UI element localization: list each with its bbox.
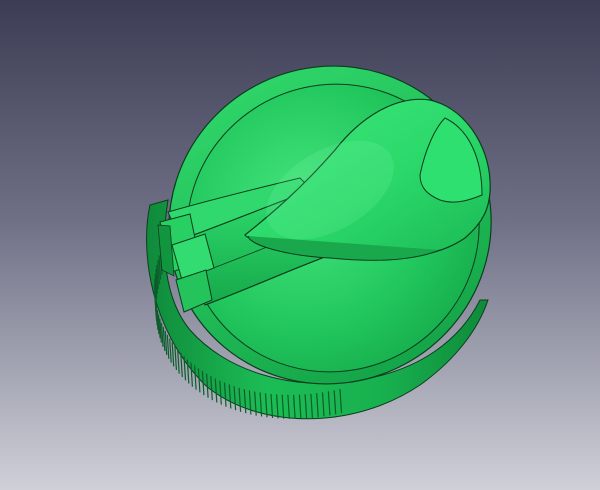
3d-viewport[interactable] <box>0 0 600 490</box>
3d-scene-canvas[interactable] <box>0 0 600 490</box>
